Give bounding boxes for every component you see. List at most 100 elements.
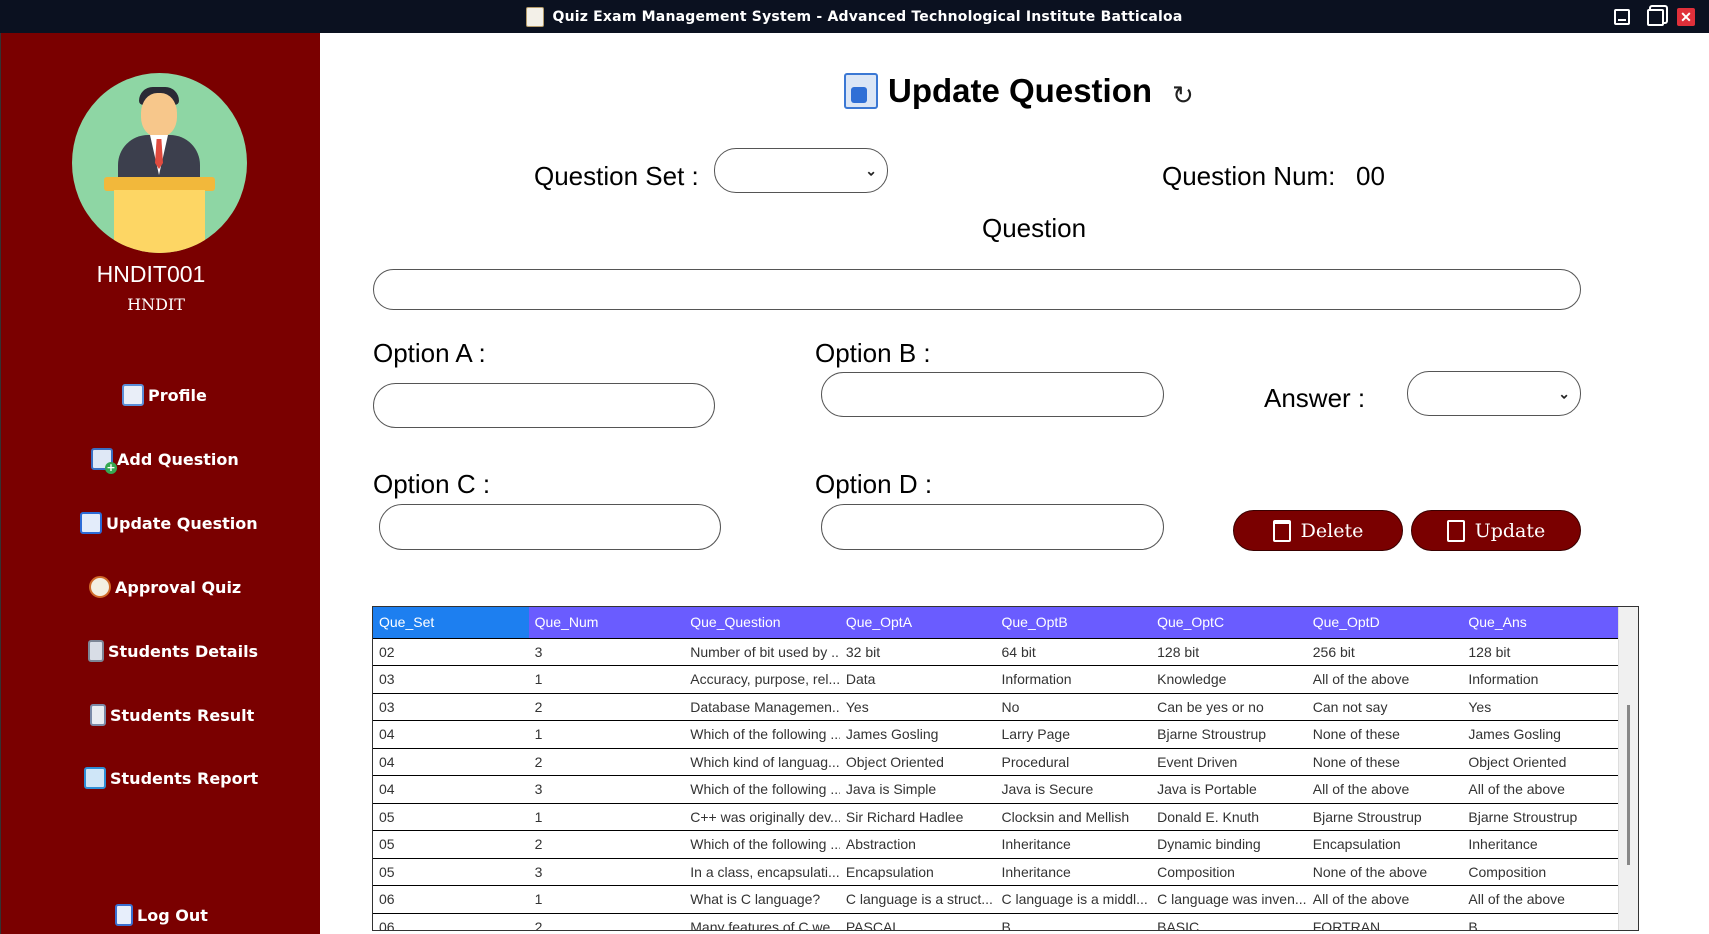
table-cell: Yes <box>839 693 996 721</box>
table-row[interactable]: 02 3 Number of bit used by ... 32 bit 64 bi… <box>373 638 1618 666</box>
update-icon <box>1446 519 1465 542</box>
table-cell: 2 <box>528 693 685 721</box>
table-cell: Bjarne Stroustrup <box>1462 803 1618 831</box>
refresh-icon[interactable]: ↻ <box>1172 80 1194 111</box>
sidebar-item-label: Add Question <box>117 449 239 469</box>
sidebar-item-students-report[interactable]: Students Report <box>84 763 258 793</box>
option-b-input[interactable] <box>821 372 1164 417</box>
sidebar-item-logout[interactable]: Log Out <box>115 900 208 930</box>
option-d-input[interactable] <box>821 504 1164 550</box>
delete-button[interactable]: Delete <box>1233 510 1403 551</box>
table-row[interactable]: 03 1 Accuracy, purpose, rel... Data Informat… <box>373 665 1618 694</box>
user-role: HNDIT <box>127 295 185 314</box>
table-cell: Data <box>839 665 996 694</box>
column-header-que-optc[interactable]: Que_OptC <box>1151 607 1307 639</box>
sidebar-item-label: Update Question <box>106 513 258 533</box>
questions-table[interactable]: Que_Set Que_Num Que_Question Que_OptA Qu… <box>372 606 1639 931</box>
sidebar-item-add-question[interactable]: Add Question <box>91 444 239 474</box>
close-button[interactable]: ✕ <box>1676 7 1696 27</box>
option-d-label: Option D : <box>815 469 933 499</box>
table-cell: 04 <box>373 775 529 804</box>
column-header-que-ans[interactable]: Que_Ans <box>1462 607 1618 639</box>
table-cell: Java is Portable <box>1151 775 1307 804</box>
column-header-que-question[interactable]: Que_Question <box>684 607 840 639</box>
option-a-input[interactable] <box>373 383 715 428</box>
table-cell: 05 <box>373 858 529 886</box>
sidebar-item-label: Profile <box>148 385 207 405</box>
table-row[interactable]: 05 2 Which of the following ... Abstraction… <box>373 830 1618 859</box>
title-wrap: Quiz Exam Management System - Advanced T… <box>0 0 1709 33</box>
maximize-icon <box>1646 8 1664 26</box>
sidebar-item-label: Students Report <box>110 768 259 788</box>
column-header-que-opta[interactable]: Que_OptA <box>839 607 996 639</box>
answer-select[interactable]: ⌄ <box>1407 371 1581 416</box>
question-num-value: 00 <box>1356 161 1385 191</box>
option-b-label: Option B : <box>815 338 931 368</box>
table-cell: Java is Simple <box>839 775 996 804</box>
table-cell: Yes <box>1462 693 1618 721</box>
column-header-que-optd[interactable]: Que_OptD <box>1306 607 1463 639</box>
table-row[interactable]: 03 2 Database Managemen... Yes No Can be yes … <box>373 693 1618 721</box>
table-row[interactable]: 04 3 Which of the following ... Java is Sim… <box>373 775 1618 804</box>
column-header-que-num[interactable]: Que_Num <box>528 607 685 639</box>
sidebar-item-students-details[interactable]: Students Details <box>88 636 258 666</box>
update-button[interactable]: Update <box>1411 510 1581 551</box>
scrollbar-thumb[interactable] <box>1627 705 1630 865</box>
title-bar: Quiz Exam Management System - Advanced T… <box>0 0 1709 33</box>
table-cell: 3 <box>528 638 685 666</box>
table-cell: B <box>1462 913 1618 930</box>
column-header-que-optb[interactable]: Que_OptB <box>995 607 1152 639</box>
avatar-podium <box>114 190 205 253</box>
table-cell: 256 bit <box>1306 638 1463 666</box>
table-cell: Accuracy, purpose, rel... <box>684 665 840 694</box>
table-row[interactable]: 04 2 Which kind of languag... Object Orient… <box>373 748 1618 776</box>
table-row[interactable]: 06 2 Many features of C we... PASCAL B BASIC … <box>373 913 1618 930</box>
maximize-button[interactable] <box>1645 7 1665 27</box>
column-header-que-set[interactable]: Que_Set <box>373 607 529 639</box>
table-cell: 1 <box>528 665 685 694</box>
table-cell: Composition <box>1462 858 1618 886</box>
update-question-icon <box>80 512 102 534</box>
answer-label: Answer : <box>1264 383 1366 413</box>
trash-icon <box>1272 519 1291 542</box>
table-cell: Inheritance <box>1462 830 1618 859</box>
students-result-icon <box>90 704 106 726</box>
question-set-select[interactable]: ⌄ <box>714 148 888 193</box>
sidebar-item-students-result[interactable]: Students Result <box>90 700 254 730</box>
sidebar-item-approval-quiz[interactable]: Approval Quiz <box>89 572 241 602</box>
table-cell: Which of the following ... <box>684 720 840 749</box>
table-cell: 05 <box>373 830 529 859</box>
table-cell: Larry Page <box>995 720 1152 749</box>
table-scrollbar[interactable] <box>1618 607 1638 930</box>
table-cell: Bjarne Stroustrup <box>1306 803 1463 831</box>
table-cell: 128 bit <box>1151 638 1307 666</box>
table-cell: 04 <box>373 748 529 776</box>
question-num-label: Question Num: <box>1162 161 1336 191</box>
table-cell: FORTRAN <box>1306 913 1463 930</box>
question-input[interactable] <box>373 269 1581 310</box>
minimize-button[interactable] <box>1612 7 1632 27</box>
table-cell: 128 bit <box>1462 638 1618 666</box>
table-cell: Many features of C we... <box>684 913 840 930</box>
table-row[interactable]: 05 1 C++ was originally dev... Sir Richard … <box>373 803 1618 831</box>
table-cell: Sir Richard Hadlee <box>839 803 996 831</box>
option-c-input[interactable] <box>379 504 721 550</box>
table-row[interactable]: 06 1 What is C language? C language is a s… <box>373 885 1618 914</box>
table-cell: All of the above <box>1306 665 1463 694</box>
profile-icon <box>122 384 144 406</box>
add-question-icon <box>91 448 117 474</box>
table-cell: Which kind of languag... <box>684 748 840 776</box>
table-row[interactable]: 05 3 In a class, encapsulati... Encapsulati… <box>373 858 1618 886</box>
table-cell: Object Oriented <box>1462 748 1618 776</box>
table-cell: Database Managemen... <box>684 693 840 721</box>
table-row[interactable]: 04 1 Which of the following ... James Gosl… <box>373 720 1618 749</box>
students-details-icon <box>88 640 104 662</box>
table-body: 02 3 Number of bit used by ... 32 bit 64 bi… <box>373 638 1618 930</box>
sidebar-item-update-question[interactable]: Update Question <box>80 508 258 538</box>
logout-icon <box>115 904 133 926</box>
table-cell: In a class, encapsulati... <box>684 858 840 886</box>
table-cell: 1 <box>528 720 685 749</box>
question-set-label: Question Set : <box>534 161 699 191</box>
sidebar-item-profile[interactable]: Profile <box>122 380 207 410</box>
page-title: Update Question <box>888 72 1153 109</box>
